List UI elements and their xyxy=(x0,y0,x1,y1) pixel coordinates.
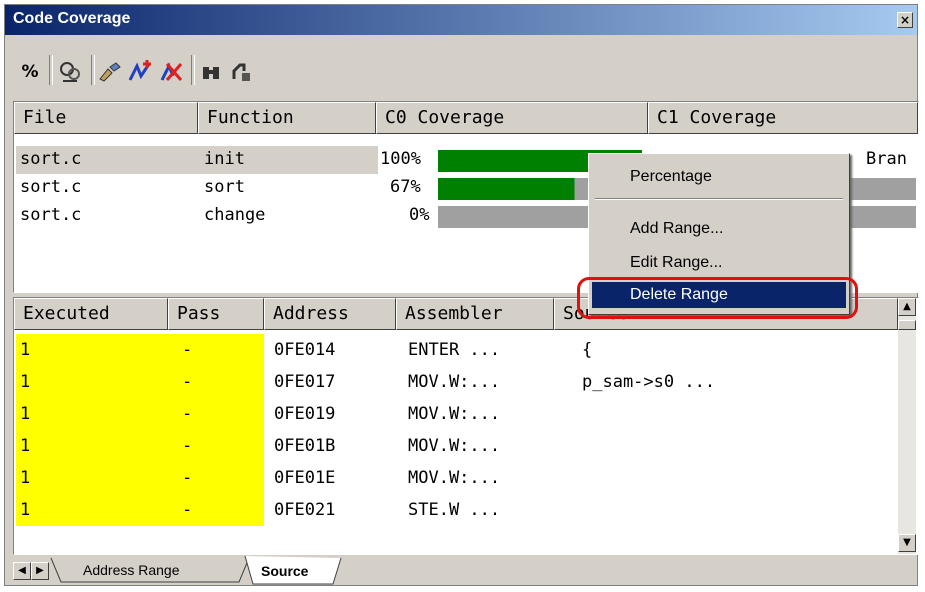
c1-text: Bran xyxy=(866,149,907,169)
tab-bar: ◀ ▶ Address Range Source xyxy=(5,556,917,586)
cell-assembler: ENTER ... xyxy=(408,340,501,360)
table-row[interactable]: sort.c sort xyxy=(16,174,376,202)
cell-executed: 1 xyxy=(20,468,31,488)
c1-bar xyxy=(850,178,916,200)
cell-assembler: MOV.W:... xyxy=(408,404,501,424)
window-title: Code Coverage xyxy=(13,10,131,27)
header-executed[interactable]: Executed xyxy=(14,298,168,330)
cell-file: sort.c xyxy=(20,205,82,225)
cell-address: 0FE01B xyxy=(274,436,336,456)
header-function[interactable]: Function xyxy=(198,102,376,134)
table-row[interactable]: 1 - 0FE019 MOV.W:... xyxy=(14,402,894,432)
tab-scroll-left-button[interactable]: ◀ xyxy=(13,562,31,580)
cell-executed: 1 xyxy=(20,436,31,456)
header-assembler[interactable]: Assembler xyxy=(396,298,554,330)
cell-pass: - xyxy=(182,372,193,392)
tab-scroll-right-button[interactable]: ▶ xyxy=(31,562,49,580)
cell-pass: - xyxy=(182,436,193,456)
cell-address: 0FE019 xyxy=(274,404,336,424)
cell-pass: - xyxy=(182,340,193,360)
toolbar-separator xyxy=(49,55,53,85)
cell-assembler: MOV.W:... xyxy=(408,468,501,488)
close-button[interactable]: × xyxy=(897,12,913,28)
delete-range-icon[interactable] xyxy=(159,59,185,85)
tab-address-range[interactable]: Address Range xyxy=(83,562,180,578)
header-c0-coverage[interactable]: C0 Coverage xyxy=(376,102,648,134)
cell-source: p_sam->s0 ... xyxy=(582,372,716,392)
cell-assembler: STE.W ... xyxy=(408,500,501,520)
filter-icon[interactable] xyxy=(57,59,83,85)
add-range-icon[interactable] xyxy=(127,59,153,85)
table-row[interactable]: 1 - 0FE01B MOV.W:... xyxy=(14,434,894,464)
header-pass[interactable]: Pass xyxy=(168,298,264,330)
cell-assembler: MOV.W:... xyxy=(408,436,501,456)
find-icon[interactable] xyxy=(199,59,225,85)
percent-icon[interactable]: % xyxy=(17,59,43,85)
menu-separator xyxy=(595,198,843,200)
menu-item-percentage[interactable]: Percentage xyxy=(592,164,846,190)
cell-address: 0FE014 xyxy=(274,340,336,360)
menu-item-add-range[interactable]: Add Range... xyxy=(592,216,846,242)
cell-address: 0FE017 xyxy=(274,372,336,392)
table-row[interactable]: sort.c change xyxy=(16,202,376,230)
add-range-brush-icon[interactable] xyxy=(97,59,123,85)
cell-pass: - xyxy=(182,404,193,424)
cell-assembler: MOV.W:... xyxy=(408,372,501,392)
cell-function: sort xyxy=(204,177,245,197)
c0-percent: 0% xyxy=(409,205,430,225)
vertical-scrollbar[interactable]: ▲ ▼ xyxy=(898,298,916,554)
cell-executed: 1 xyxy=(20,372,31,392)
cell-function: init xyxy=(204,149,245,169)
table-row[interactable]: 1 - 0FE017 MOV.W:... p_sam->s0 ... xyxy=(14,370,894,400)
toolbar-separator xyxy=(91,55,95,85)
cell-address: 0FE021 xyxy=(274,500,336,520)
c0-percent: 67% xyxy=(390,177,421,197)
scroll-down-button[interactable]: ▼ xyxy=(898,534,916,552)
toolbar-separator xyxy=(191,55,195,85)
toolbar: % xyxy=(5,35,917,98)
c0-percent: 100% xyxy=(380,149,421,169)
cell-source: { xyxy=(582,340,593,360)
table-row[interactable]: 1 - 0FE01E MOV.W:... xyxy=(14,466,894,496)
table-row[interactable]: sort.c init xyxy=(16,146,378,174)
scroll-up-button[interactable]: ▲ xyxy=(898,298,916,316)
header-address[interactable]: Address xyxy=(264,298,396,330)
cell-executed: 1 xyxy=(20,500,31,520)
cell-executed: 1 xyxy=(20,404,31,424)
cell-file: sort.c xyxy=(20,149,82,169)
scroll-thumb[interactable] xyxy=(898,320,916,330)
tab-source[interactable]: Source xyxy=(261,563,308,579)
cell-executed: 1 xyxy=(20,340,31,360)
refresh-icon[interactable] xyxy=(229,59,255,85)
cell-pass: - xyxy=(182,500,193,520)
highlight-ring xyxy=(577,277,858,319)
source-pane: Executed Pass Address Assembler Source 1… xyxy=(13,297,919,555)
table-row[interactable]: 1 - 0FE021 STE.W ... xyxy=(14,498,894,528)
header-c1-coverage[interactable]: C1 Coverage xyxy=(648,102,918,134)
cell-function: change xyxy=(204,205,266,225)
header-file[interactable]: File xyxy=(14,102,198,134)
table-row[interactable]: 1 - 0FE014 ENTER ... { xyxy=(14,338,894,368)
menu-item-edit-range[interactable]: Edit Range... xyxy=(592,250,846,276)
cell-pass: - xyxy=(182,468,193,488)
title-bar[interactable]: Code Coverage × xyxy=(5,5,917,35)
c1-bar xyxy=(850,206,916,228)
cell-file: sort.c xyxy=(20,177,82,197)
cell-address: 0FE01E xyxy=(274,468,336,488)
